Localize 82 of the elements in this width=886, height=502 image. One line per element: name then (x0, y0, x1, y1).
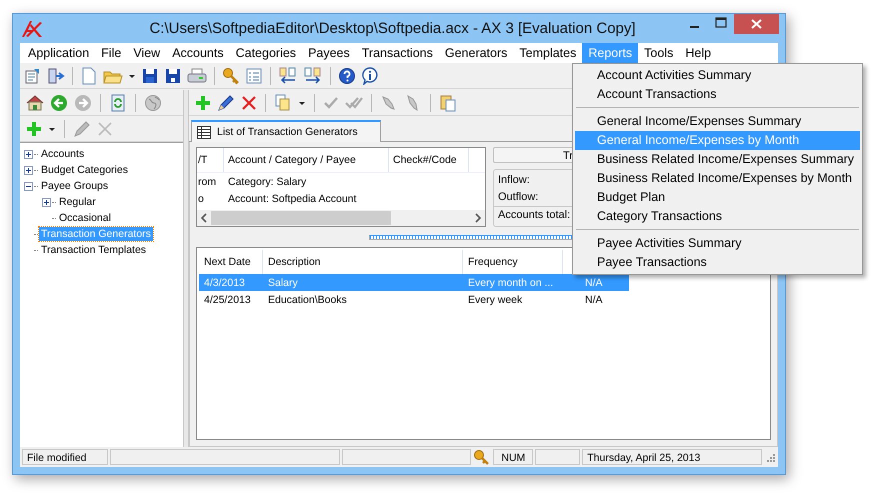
table-cell-text: Education\Books (267, 294, 348, 306)
key-icon[interactable] (222, 66, 240, 84)
menu-item[interactable]: Category Transactions (575, 207, 860, 226)
globe-icon[interactable] (144, 94, 162, 112)
column-header[interactable]: Account / Category / Payee (224, 148, 389, 172)
tab[interactable]: List of Transaction Generators (191, 120, 381, 142)
table-cell-text: Account: Softpedia Account (227, 192, 358, 204)
menu-item[interactable]: Transactions (356, 43, 439, 63)
menu-item[interactable]: Business Related Income/Expenses Summary (575, 150, 860, 169)
expand-icon[interactable] (24, 166, 33, 174)
menu-item[interactable]: General Income/Expenses Summary (575, 112, 860, 131)
menu-item[interactable]: Categories (230, 43, 302, 63)
column-header[interactable]: /T (197, 148, 224, 172)
table-cell-text: 4/3/2013 (203, 276, 246, 288)
tree-item[interactable]: Accounts (39, 147, 86, 161)
help-icon[interactable] (338, 66, 356, 84)
info-icon[interactable] (361, 66, 379, 84)
menu-item[interactable]: Application (22, 43, 96, 63)
window-title: C:\Users\SoftpediaEditor\Desktop\Softpedia.acx - AX 3 [Evaluation Copy] (148, 20, 637, 37)
menu-item[interactable]: Help (679, 43, 718, 63)
copy-documents-icon[interactable] (274, 94, 292, 112)
menu-item[interactable]: Budget Plan (575, 188, 860, 207)
table-icon (197, 126, 211, 138)
menu-item[interactable]: Generators (438, 43, 514, 63)
menu-item[interactable]: Account Activities Summary (575, 66, 860, 85)
column-header[interactable]: Check#/Code (389, 148, 469, 172)
exit-door-icon[interactable] (47, 66, 65, 84)
resize-grip-icon[interactable] (764, 451, 776, 463)
status-date: Thursday, April 25, 2013 (582, 449, 762, 465)
list-row[interactable]: 4/25/2013 Education\Books Every week N/A (199, 291, 629, 308)
table-cell-text: Category: Salary (227, 176, 308, 188)
key-icon (473, 449, 492, 465)
table-cell-text: Salary (267, 276, 299, 288)
expand-icon[interactable] (42, 198, 51, 206)
table-cell-text: Every month on ... (467, 276, 554, 288)
list-form-icon[interactable] (245, 66, 263, 84)
menu-item[interactable]: View (127, 43, 166, 63)
home-icon[interactable] (26, 94, 44, 112)
save-as-icon[interactable] (164, 66, 182, 84)
collapse-icon[interactable] (24, 182, 33, 190)
horizontal-scrollbar[interactable] (197, 210, 485, 226)
pen-icon[interactable] (217, 94, 235, 112)
paste-icon[interactable] (439, 94, 457, 112)
menu-item[interactable]: Payee Transactions (575, 253, 860, 272)
tree-item[interactable]: Payee Groups (39, 179, 110, 193)
table-cell-text: Every week (467, 294, 524, 306)
table-cell-text: rom (197, 176, 218, 188)
double-checkmark-icon[interactable] (345, 94, 363, 110)
table-cell-text: o (197, 192, 205, 204)
table-cell-text: N/A (584, 276, 604, 288)
num-lock-indicator: NUM (493, 449, 534, 465)
documents-arrow-left-icon[interactable] (278, 66, 298, 84)
totals-header[interactable]: Tr (493, 147, 575, 163)
expand-icon[interactable] (24, 150, 33, 158)
refresh-icon[interactable] (109, 94, 127, 112)
menu-item[interactable]: Payees (302, 43, 356, 63)
status-message: File modified (22, 449, 108, 465)
tree-item[interactable]: Budget Categories (39, 163, 130, 177)
table-cell-text: N/A (584, 294, 604, 306)
new-document-icon[interactable] (80, 66, 98, 84)
table-cell-text: 4/25/2013 (203, 294, 252, 306)
delete-icon[interactable] (241, 94, 257, 110)
menu-item[interactable]: Tools (638, 43, 680, 63)
save-icon[interactable] (141, 66, 159, 84)
printer-icon[interactable] (187, 66, 207, 84)
totals-label: Outflow: (498, 190, 538, 205)
totals-label: Inflow: (498, 173, 530, 188)
menu-item[interactable]: Templates (513, 43, 582, 63)
menu-item[interactable]: Payee Activities Summary (575, 234, 860, 253)
menu-item[interactable]: Account Transactions (575, 85, 860, 104)
documents-arrow-right-icon[interactable] (303, 66, 323, 84)
menu-item[interactable]: Business Related Income/Expenses by Month (575, 169, 860, 188)
tree-item[interactable]: Transaction Templates (39, 243, 148, 257)
menu-item[interactable]: File (95, 43, 128, 63)
tree-item[interactable]: Regular (57, 195, 98, 209)
properties-icon[interactable] (24, 66, 42, 84)
app-logo-icon (21, 20, 43, 38)
status-panel (535, 449, 580, 465)
close-icon[interactable] (734, 14, 779, 34)
tree-item[interactable]: Occasional (57, 211, 113, 225)
checkmark-icon[interactable] (323, 94, 339, 110)
menu-item[interactable]: Accounts (166, 43, 230, 63)
